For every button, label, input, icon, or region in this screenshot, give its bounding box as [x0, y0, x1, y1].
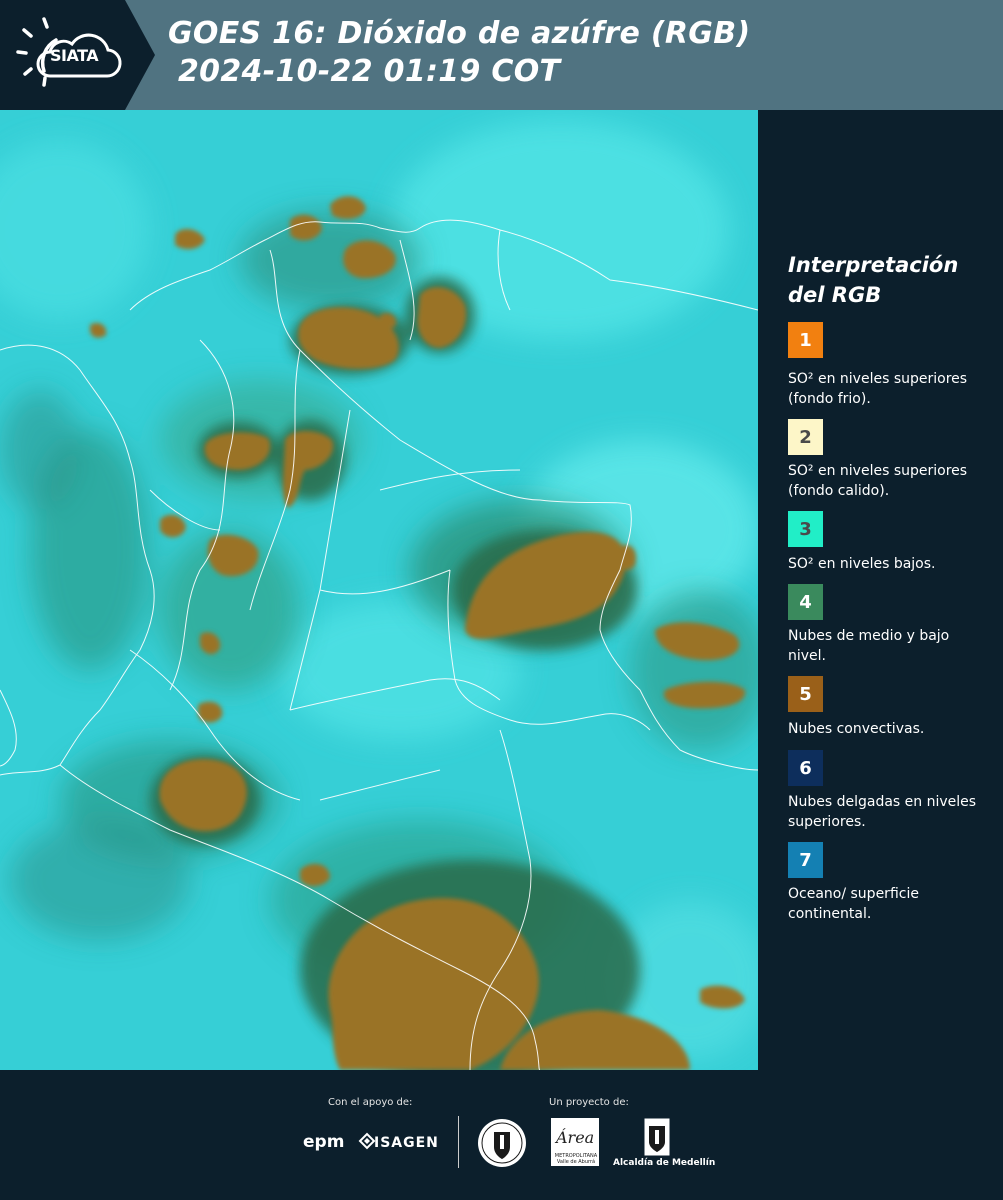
area-logo-subtitle: METROPOLITANA Valle de Aburrá: [554, 1153, 598, 1165]
low-cloud: [0, 390, 80, 510]
legend-number: 7: [799, 849, 812, 871]
logo-text: SIATA: [50, 46, 99, 65]
legend-swatch-3: 3: [788, 511, 823, 547]
legend-text-1: SO² en niveles superiores (fondo frio).: [788, 371, 968, 407]
legend-title-line2: del RGB: [788, 283, 882, 307]
alcaldia-label: Alcaldía de Medellín: [613, 1158, 716, 1168]
medellin-seal-icon: [478, 1119, 526, 1167]
legend-swatch-5: 5: [788, 676, 823, 712]
legend-swatch-2: 2: [788, 419, 823, 455]
legend-number: 6: [799, 757, 812, 779]
isagen-logo: ISAGEN: [374, 1135, 439, 1151]
siata-logo: SIATA: [0, 0, 155, 110]
legend-title: Interpretación del RGB: [788, 250, 988, 310]
alcaldia-shield-icon: [644, 1118, 670, 1156]
legend-text-5: Nubes convectivas.: [788, 721, 925, 737]
page-title: GOES 16: Dióxido de azúfre (RGB): [168, 16, 751, 51]
legend-text-6: Nubes delgadas en niveles superiores.: [788, 794, 977, 830]
legend-swatch-1: 1: [788, 322, 823, 358]
project-label: Un proyecto de:: [549, 1097, 629, 1108]
header-bar: SIATA GOES 16: Dióxido de azúfre (RGB) 2…: [0, 0, 1003, 110]
low-cloud: [10, 820, 190, 940]
legend-number: 5: [799, 683, 812, 705]
satellite-map: [0, 110, 758, 1070]
legend-number: 2: [799, 426, 812, 448]
area-logo-word: Área: [556, 1128, 595, 1147]
legend-number: 4: [799, 591, 812, 613]
legend-text-4: Nubes de medio y bajo nivel.: [788, 628, 950, 664]
legend-number: 1: [799, 329, 812, 351]
support-label: Con el apoyo de:: [328, 1097, 413, 1108]
timestamp: 2024-10-22 01:19 COT: [178, 54, 561, 89]
legend-swatch-4: 4: [788, 584, 823, 620]
legend-swatch-7: 7: [788, 842, 823, 878]
legend-text-7: Oceano/ superficie continental.: [788, 886, 919, 922]
footer-divider: [458, 1116, 459, 1168]
legend-title-line1: Interpretación: [788, 253, 959, 277]
legend-number: 3: [799, 518, 812, 540]
epm-logo: epm: [303, 1132, 345, 1152]
legend-text-2: SO² en niveles superiores (fondo calido)…: [788, 463, 968, 499]
legend-text-3: SO² en niveles bajos.: [788, 556, 936, 572]
legend-swatch-6: 6: [788, 750, 823, 786]
